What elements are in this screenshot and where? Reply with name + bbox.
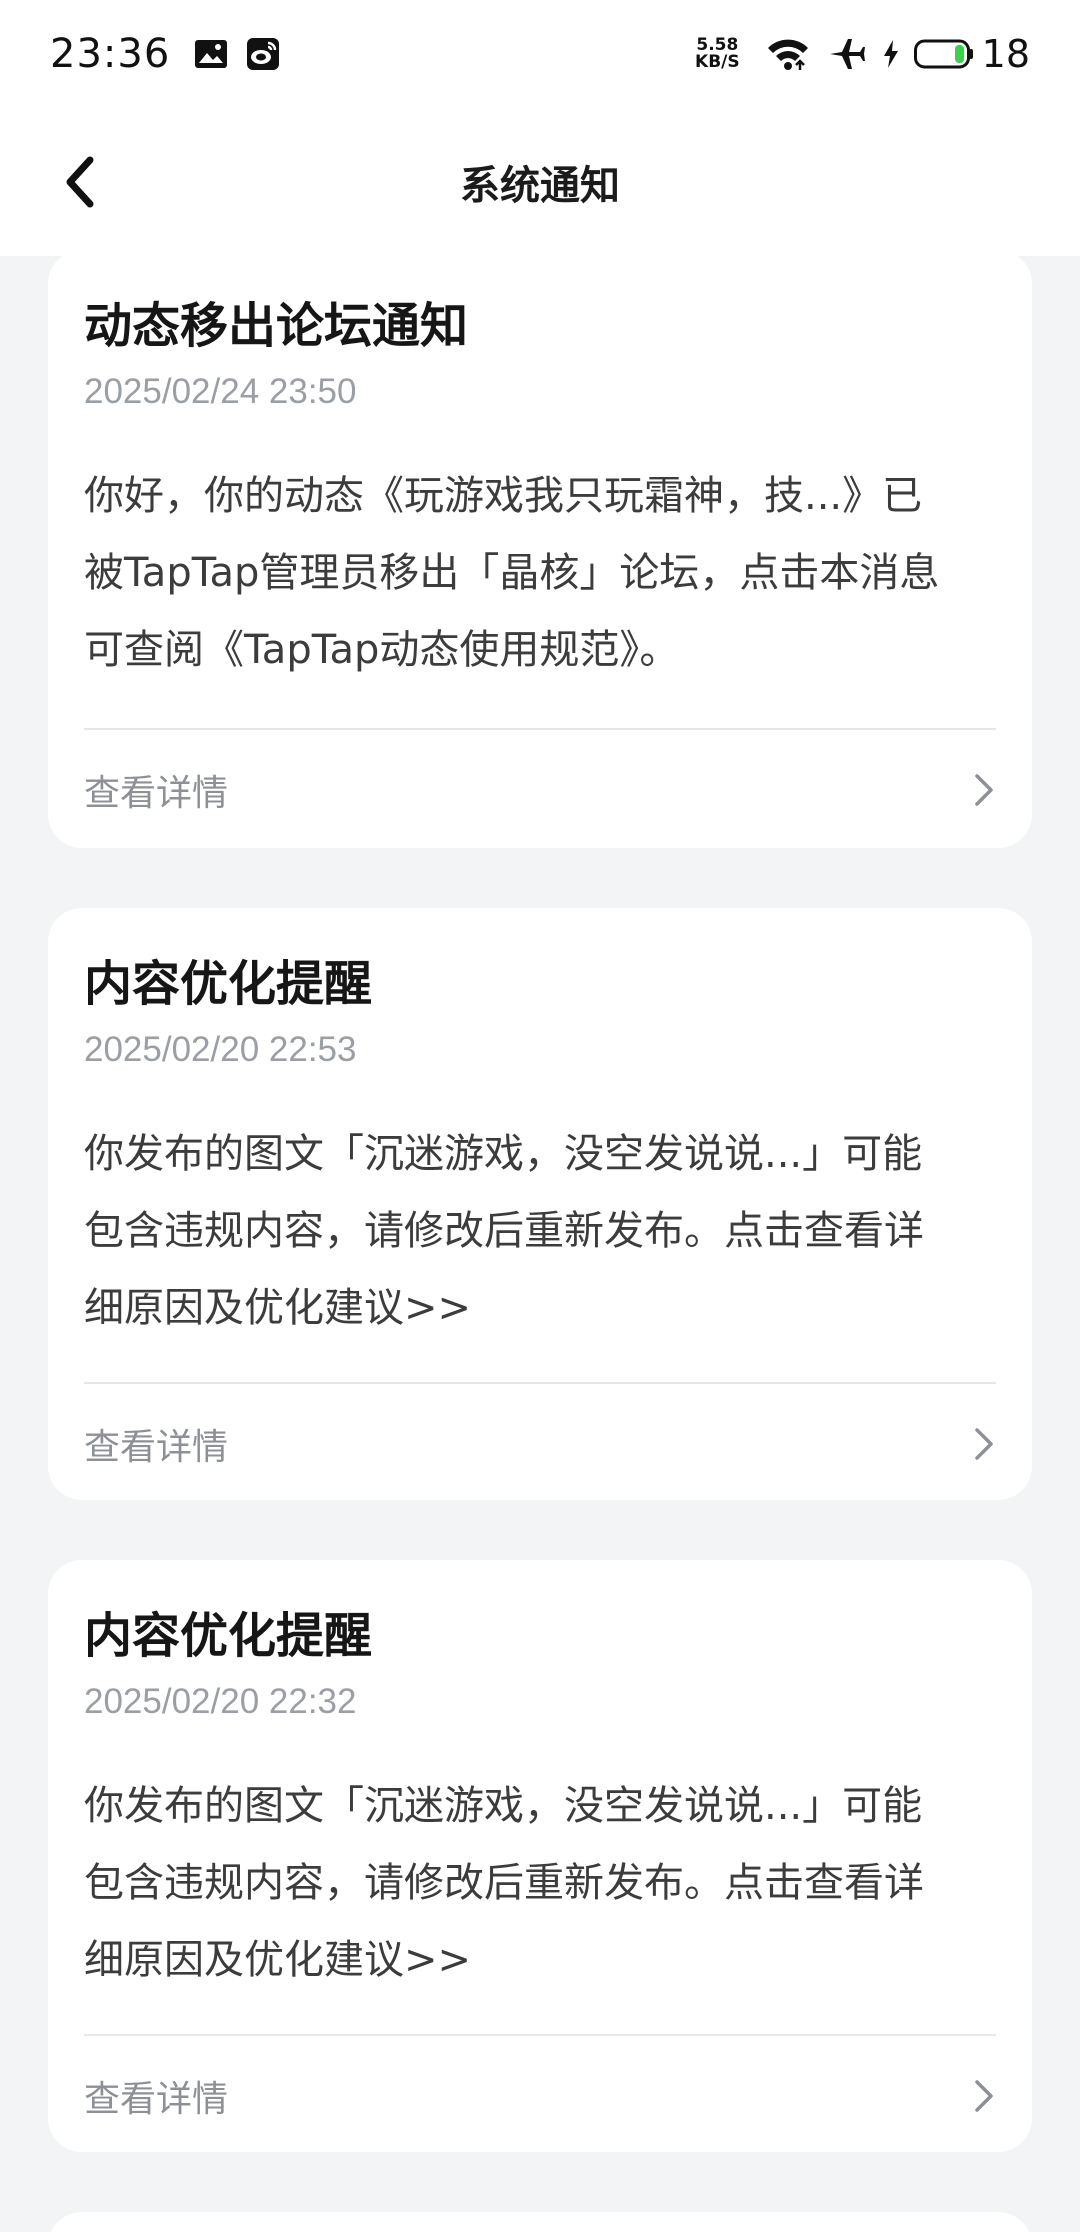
weibo-icon: [246, 37, 280, 71]
battery-icon: [913, 38, 974, 70]
notification-body-line: 你发布的图文「沉迷游戏，没空发说说...」可能: [84, 1131, 923, 1177]
network-speed-unit: KB/S: [695, 52, 740, 72]
notification-body-line: 细原因及优化建议>>: [84, 1937, 472, 1983]
chevron-right-icon: [972, 1426, 996, 1462]
view-details-button[interactable]: 查看详情: [84, 730, 996, 850]
network-speed: 5.58 KB/S: [695, 37, 740, 71]
notification-body-line: 细原因及优化建议>>: [84, 1285, 472, 1331]
battery-level: 18: [981, 32, 1030, 76]
notification-title: 动态移出论坛通知: [84, 298, 469, 354]
notification-body: 你发布的图文「沉迷游戏，没空发说说...」可能 包含违规内容，请修改后重新发布。…: [84, 1116, 996, 1347]
notification-body-line: 包含违规内容，请修改后重新发布。点击查看详: [84, 1860, 924, 1906]
view-details-button[interactable]: 查看详情: [84, 1384, 996, 1504]
notification-body: 你发布的图文「沉迷游戏，没空发说说...」可能 包含违规内容，请修改后重新发布。…: [84, 1768, 996, 1999]
notification-card[interactable]: 内容优化提醒 2025/02/20 22:32 你发布的图文「沉迷游戏，没空发说…: [48, 1560, 1032, 2152]
app-bar: 系统通知: [0, 108, 1080, 256]
notification-body-line: 包含违规内容，请修改后重新发布。点击查看详: [84, 1208, 924, 1254]
notification-card[interactable]: [48, 2212, 1032, 2232]
status-bar-left: 23:36: [50, 31, 280, 77]
notification-timestamp: 2025/02/20 22:32: [84, 1682, 357, 1721]
view-details-label: 查看详情: [84, 773, 229, 814]
notification-title: 内容优化提醒: [84, 956, 373, 1012]
view-details-button[interactable]: 查看详情: [84, 2036, 996, 2156]
notification-card[interactable]: 内容优化提醒 2025/02/20 22:53 你发布的图文「沉迷游戏，没空发说…: [48, 908, 1032, 1500]
status-time: 23:36: [50, 31, 171, 77]
page-title: 系统通知: [460, 163, 620, 209]
chevron-left-icon: [66, 156, 94, 208]
notification-timestamp: 2025/02/20 22:53: [84, 1030, 357, 1069]
notification-body: 你好，你的动态《玩游戏我只玩霜神，技...》已 被TapTap管理员移出「晶核」…: [84, 458, 996, 689]
notification-timestamp: 2025/02/24 23:50: [84, 372, 357, 411]
airplane-mode-icon: [828, 37, 866, 71]
notification-title: 内容优化提醒: [84, 1608, 373, 1664]
view-details-label: 查看详情: [84, 1427, 229, 1468]
notification-body-line: 你好，你的动态《玩游戏我只玩霜神，技...》已: [84, 473, 923, 519]
notification-body-line: 被TapTap管理员移出「晶核」论坛，点击本消息: [84, 550, 940, 596]
back-button[interactable]: [40, 142, 120, 222]
notification-list[interactable]: 动态移出论坛通知 2025/02/24 23:50 你好，你的动态《玩游戏我只玩…: [0, 256, 1080, 2232]
status-bar: 23:36 5.58 KB/S 18: [0, 0, 1080, 108]
notification-body-line: 可查阅《TapTap动态使用规范》。: [84, 627, 680, 673]
chevron-right-icon: [972, 772, 996, 808]
wifi-icon: [766, 37, 810, 71]
notification-card[interactable]: 动态移出论坛通知 2025/02/24 23:50 你好，你的动态《玩游戏我只玩…: [48, 256, 1032, 848]
status-bar-right: 5.58 KB/S 18: [695, 32, 1030, 76]
charging-icon: [882, 39, 900, 69]
notification-body-line: 你发布的图文「沉迷游戏，没空发说说...」可能: [84, 1783, 923, 1829]
view-details-label: 查看详情: [84, 2079, 229, 2120]
chevron-right-icon: [972, 2078, 996, 2114]
gallery-icon: [194, 39, 228, 69]
